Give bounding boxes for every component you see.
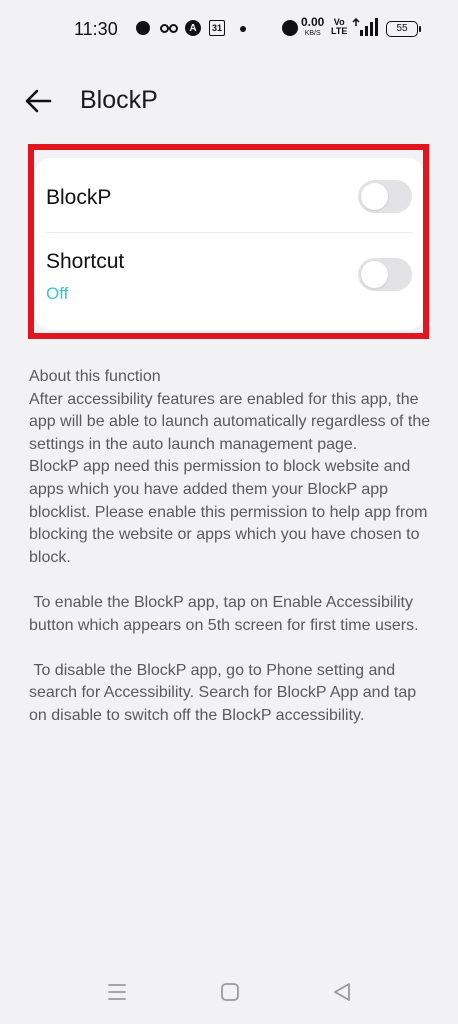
- volte-bottom: LTE: [331, 26, 348, 36]
- toggle-knob: [361, 261, 388, 288]
- net-speed-value: 0.00: [301, 15, 325, 29]
- blockp-label: BlockP: [46, 186, 112, 209]
- settings-card: BlockP Shortcut Off: [36, 158, 423, 330]
- alpha-icon: A: [185, 20, 201, 36]
- status-bar: 11:30 A 31 0.00 KB/S Vo LTE 55: [0, 0, 458, 58]
- alarm-icon: [282, 20, 298, 36]
- volte-indicator: Vo LTE: [331, 18, 347, 36]
- calendar-icon: 31: [209, 20, 225, 36]
- small-dot-icon: [240, 26, 246, 32]
- blockp-row[interactable]: BlockP: [36, 158, 423, 232]
- shortcut-toggle[interactable]: [358, 258, 412, 291]
- about-section: About this function After accessibility …: [29, 366, 434, 728]
- glasses-icon: [160, 24, 178, 33]
- home-icon: [221, 983, 239, 1001]
- app-header: BlockP: [0, 78, 458, 126]
- nav-recents-button[interactable]: [105, 980, 129, 1004]
- shortcut-label: Shortcut: [46, 250, 125, 273]
- about-paragraph: To disable the BlockP app, go to Phone s…: [29, 661, 421, 724]
- system-nav-bar: [0, 970, 458, 1014]
- menu-icon: [108, 984, 126, 1000]
- net-speed-unit: KB/S: [304, 30, 321, 37]
- back-button[interactable]: [22, 84, 56, 118]
- blockp-toggle[interactable]: [358, 180, 412, 213]
- screen: 11:30 A 31 0.00 KB/S Vo LTE 55 BlockP Bl…: [0, 0, 458, 1024]
- status-time: 11:30: [74, 19, 118, 39]
- shortcut-row[interactable]: Shortcut Off: [36, 232, 423, 330]
- shortcut-status: Off: [46, 284, 69, 303]
- notification-dot-icon: [136, 21, 150, 35]
- back-triangle-icon: [334, 983, 350, 1001]
- signal-icon: [352, 17, 380, 36]
- battery-icon: 55: [386, 21, 421, 37]
- arrow-left-icon: [25, 89, 52, 113]
- about-paragraph: BlockP app need this permission to block…: [29, 458, 432, 566]
- toggle-knob: [361, 183, 388, 210]
- nav-back-button[interactable]: [330, 980, 354, 1004]
- page-title: BlockP: [80, 86, 158, 114]
- net-speed: 0.00 KB/S: [301, 15, 325, 39]
- nav-home-button[interactable]: [218, 980, 242, 1004]
- about-title: About this function: [29, 368, 161, 385]
- about-paragraph: After accessibility features are enabled…: [29, 390, 435, 453]
- about-paragraph: To enable the BlockP app, tap on Enable …: [29, 593, 419, 634]
